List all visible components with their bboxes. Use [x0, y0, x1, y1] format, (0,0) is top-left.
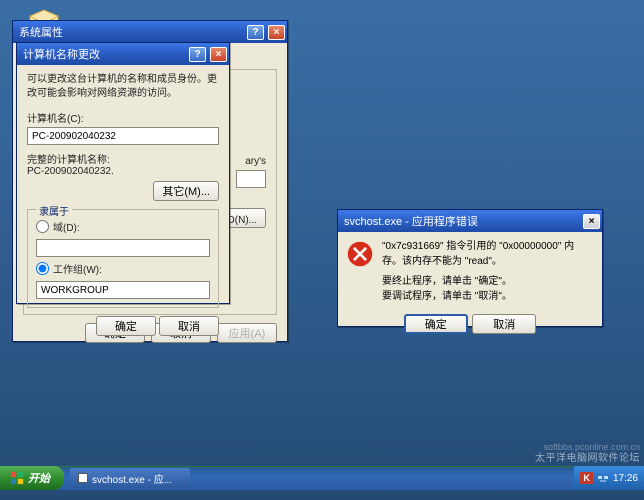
sysprop-title: 系统属性: [19, 24, 243, 40]
full-name-value: PC-200902040232.: [27, 166, 219, 177]
close-button[interactable]: ×: [210, 47, 227, 62]
help-button[interactable]: ?: [247, 25, 264, 40]
close-button[interactable]: ×: [583, 214, 600, 229]
tray-av-icon[interactable]: K: [580, 472, 593, 484]
domain-radio-label: 域(D):: [53, 219, 80, 234]
err-titlebar[interactable]: svchost.exe - 应用程序错误 ×: [338, 210, 602, 232]
workgroup-radio-label: 工作组(W):: [53, 261, 102, 276]
member-of-group: 隶属于 域(D): 工作组(W):: [27, 209, 219, 308]
workgroup-input[interactable]: [36, 281, 210, 299]
group-legend: 隶属于: [36, 203, 72, 218]
help-button[interactable]: ?: [189, 47, 206, 62]
more-button[interactable]: 其它(M)...: [153, 181, 219, 201]
namechg-ok-button[interactable]: 确定: [96, 316, 156, 336]
namechg-title: 计算机名称更改: [23, 46, 185, 62]
start-button[interactable]: 开始: [0, 466, 64, 490]
namechg-titlebar[interactable]: 计算机名称更改 ? ×: [17, 43, 229, 65]
start-label: 开始: [28, 470, 50, 486]
tray-network-icon[interactable]: [597, 472, 609, 484]
err-line1: "0x7c931669" 指令引用的 "0x00000000" 内存。该内存不能…: [382, 240, 594, 269]
taskbar: 开始 svchost.exe - 应... K 17:26: [0, 466, 644, 490]
computer-name-label: 计算机名(C):: [27, 110, 219, 125]
close-button[interactable]: ×: [268, 25, 285, 40]
err-line2: 要终止程序，请单击 "确定"。: [382, 275, 594, 290]
watermark-text: 太平洋电脑网软件论坛: [535, 449, 640, 464]
desktop: 系统属性 ? × 远程 ary's 络 ID(N)... 确定 取消 应用(A)…: [0, 0, 644, 500]
system-tray: K 17:26: [574, 466, 644, 490]
domain-radio[interactable]: [36, 220, 49, 233]
err-line3: 要调试程序，请单击 "取消"。: [382, 290, 594, 305]
app-icon: [78, 473, 88, 483]
clock[interactable]: 17:26: [613, 473, 638, 484]
namechg-cancel-button[interactable]: 取消: [159, 316, 219, 336]
domain-input[interactable]: [36, 239, 210, 257]
err-cancel-button[interactable]: 取消: [472, 314, 536, 334]
frag-text: ary's: [245, 156, 266, 167]
err-ok-button[interactable]: 确定: [404, 314, 468, 334]
workgroup-radio[interactable]: [36, 262, 49, 275]
application-error-dialog: svchost.exe - 应用程序错误 × "0x7c931669" 指令引用…: [337, 209, 603, 327]
namechg-description: 可以更改这台计算机的名称和成员身份。更改可能会影响对网络资源的访问。: [27, 73, 219, 100]
full-name-label: 完整的计算机名称:: [27, 151, 219, 166]
sysprop-titlebar[interactable]: 系统属性 ? ×: [13, 21, 287, 43]
computer-name-change-dialog: 计算机名称更改 ? × 可以更改这台计算机的名称和成员身份。更改可能会影响对网络…: [16, 42, 230, 304]
computer-name-input[interactable]: [27, 127, 219, 145]
taskbar-item-svchost[interactable]: svchost.exe - 应...: [70, 468, 190, 488]
err-title: svchost.exe - 应用程序错误: [344, 213, 579, 229]
error-icon: [346, 240, 374, 268]
frag-input: [236, 170, 266, 188]
taskbar-item-label: svchost.exe - 应...: [92, 471, 172, 486]
